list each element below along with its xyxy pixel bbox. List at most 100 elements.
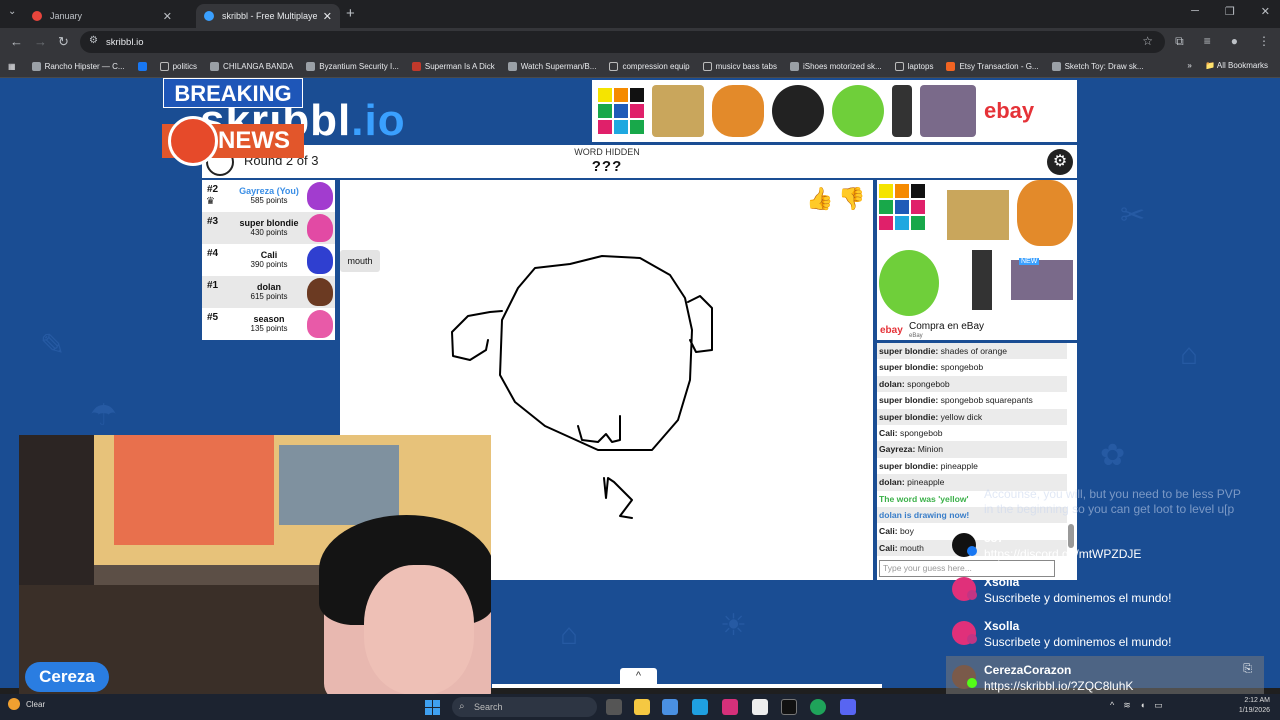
word-hint-label: WORD HIDDEN [574,147,640,157]
app-icon[interactable] [662,699,678,715]
ad-product-image [652,85,704,137]
close-tab-icon[interactable]: ✕ [323,10,332,23]
close-window-icon[interactable]: ✕ [1261,5,1270,18]
chat-scrollbar[interactable] [1068,524,1074,548]
player-points: 430 points [250,228,288,237]
player-avatar [307,182,333,210]
forward-icon[interactable]: → [34,34,47,49]
color-swatch-ad-image [598,88,644,134]
bookmark-item[interactable] [137,62,147,71]
bookmark-folder[interactable]: politics [159,62,197,71]
top-banner-ad[interactable]: ebay [592,80,1077,142]
toolbar-actions: ⧉ ≡ ● ⋮ [1175,34,1270,49]
all-bookmarks-label: All Bookmarks [1216,61,1268,70]
extensions-icon[interactable]: ⧉ [1175,34,1184,49]
tray-chevron-icon[interactable]: ^ [1110,700,1114,711]
tab-skribbl[interactable]: skribbl - Free Multiplayer Drawi ✕ [196,4,340,28]
back-icon[interactable]: ← [10,34,23,49]
favicon-icon [1051,62,1061,71]
background-doodle: ☀ [720,609,747,642]
wifi-icon[interactable]: ≋ [1123,700,1131,711]
player-row[interactable]: #1 dolan 615 points [202,276,335,308]
tab-january[interactable]: January ✕ [24,4,180,28]
close-tab-icon[interactable]: ✕ [163,10,172,23]
taskbar-search[interactable]: ⌕ Search [452,697,597,717]
bookmark-folder[interactable]: laptops [894,62,933,71]
player-row[interactable]: #3 super blondie 430 points [202,212,335,244]
chat-message: super blondie: shades of orange [877,343,1067,360]
volume-icon[interactable]: ◖ [1140,700,1145,711]
edge-icon[interactable] [692,699,708,715]
bookmark-star-icon[interactable]: ☆ [1142,34,1153,48]
bookmark-item[interactable]: Sketch Toy: Draw sk... [1051,62,1144,71]
player-name: season [253,314,285,324]
player-row[interactable]: #2 ♛ Gayreza (You) 585 points [202,180,335,212]
window-controls: ─ ❐ ✕ [1191,5,1270,18]
restore-icon[interactable]: ❐ [1225,5,1235,18]
bookmark-item[interactable]: Watch Superman/B... [507,62,596,71]
player-name: Cali [260,250,278,260]
player-row[interactable]: #4 Cali 390 points [202,244,335,276]
globe-icon [168,116,218,166]
discord-icon[interactable] [840,699,856,715]
player-avatar [307,214,333,242]
start-button[interactable] [425,700,440,715]
ad-product-image [892,85,912,137]
thumbs-up-icon[interactable]: 👍 [806,186,834,214]
bookmark-item[interactable]: Rancho Hipster — C... [31,62,125,71]
chrome-icon[interactable] [810,699,826,715]
background-doodle: ✎ [40,329,66,362]
browser-tab-bar: ⌄ January ✕ skribbl - Free Multiplayer D… [0,0,1280,28]
reply-icon[interactable]: ⎘ [1243,663,1252,676]
profile-icon[interactable]: ● [1231,34,1238,49]
instagram-badge-icon [967,634,977,644]
menu-icon[interactable]: ⋮ [1258,34,1270,49]
player-row[interactable]: #5 season 135 points [202,308,335,340]
weather-widget[interactable]: Clear [8,698,45,710]
side-ad[interactable]: NEW ebay Compra en eBay eBay [877,180,1077,340]
bookmark-item[interactable]: Superman Is A Dick [411,62,495,71]
bookmark-label: Etsy Transaction - G... [959,62,1039,71]
ad-product-image [832,85,884,137]
ad-product-image [772,85,824,137]
stream-chat-faded: Accounse, you will, but you need to be l… [984,487,1241,517]
site-info-icon[interactable]: ⚙ [89,35,98,46]
bookmark-item[interactable]: Etsy Transaction - G... [946,62,1039,71]
apps-icon[interactable]: ▦ [8,62,16,71]
battery-icon[interactable]: ▭ [1154,700,1163,711]
bookmark-item[interactable]: CHILANGA BANDA [210,62,293,71]
bookmark-label: compression equip [622,62,690,71]
task-view-icon[interactable] [606,699,622,715]
tab-search-icon[interactable]: ⌄ [8,6,16,17]
hidden-word: ??? [591,158,623,175]
reload-icon[interactable]: ↻ [58,34,69,50]
instagram-badge-icon [967,590,977,600]
instagram-icon[interactable] [722,699,738,715]
new-tab-icon[interactable]: + [346,5,355,22]
settings-gear-icon[interactable]: ⚙ [1047,149,1073,175]
bookmark-item[interactable]: iShoes motorized sk... [789,62,882,71]
all-bookmarks-button[interactable]: » 📁 All Bookmarks [1187,61,1268,70]
tab-title: skribbl - Free Multiplayer Drawi [222,11,317,21]
minimize-icon[interactable]: ─ [1191,5,1199,18]
faded-line: in the beginning so you can get loot to … [984,502,1235,516]
bookmark-folder[interactable]: compression equip [609,62,690,71]
thumbs-down-icon[interactable]: 👎 [838,186,866,214]
x-icon[interactable] [781,699,797,715]
clock-tray[interactable]: 2:12 AM 1/19/2026 [1239,696,1270,716]
player-avatar [307,278,333,306]
media-icon[interactable]: ≡ [1204,34,1211,49]
background-doodle: ⌂ [1180,338,1199,371]
player-rank: #3 [207,216,219,227]
streamer-figure [364,565,474,695]
chat-text: https://discord.gg/mtWPZDJE [984,547,1142,561]
file-explorer-icon[interactable] [634,699,650,715]
amazon-icon[interactable] [752,699,768,715]
scroll-up-button[interactable]: ^ [620,668,657,684]
address-bar[interactable]: ⚙ skribbl.io ☆ [80,31,1165,53]
word-choice-popup[interactable]: mouth [340,250,380,272]
bookmark-item[interactable]: Byzantium Security I... [306,62,399,71]
guess-input[interactable]: Type your guess here... [879,560,1055,577]
bookmark-folder[interactable]: musicv bass tabs [702,62,777,71]
time-label: 2:12 AM [1244,697,1270,704]
